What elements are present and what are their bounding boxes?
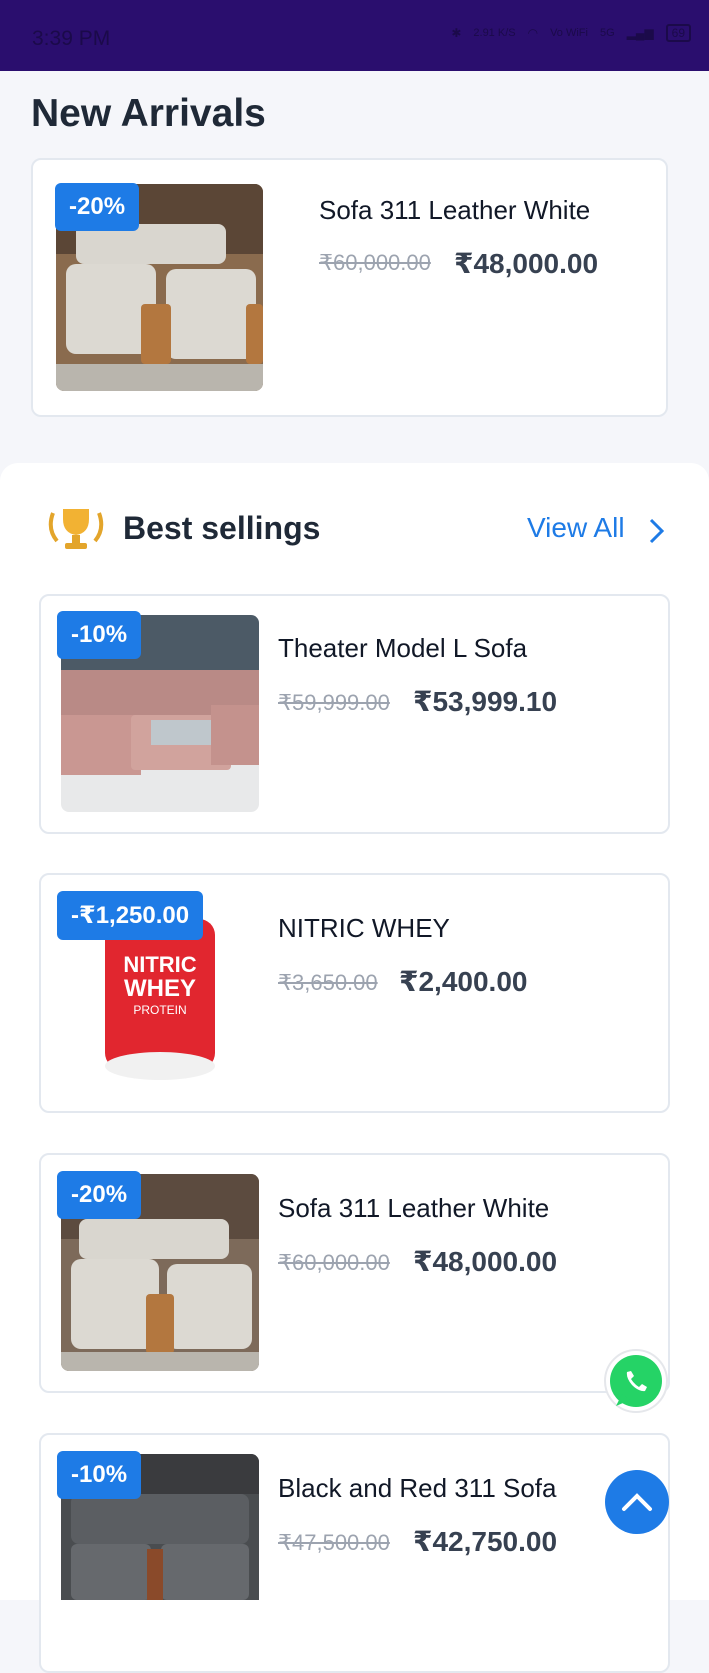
product-name[interactable]: Black and Red 311 Sofa (278, 1473, 556, 1504)
chevron-right-icon[interactable] (648, 517, 666, 545)
status-bar: 3:39 PM ✱ 2.91 K/S ◠ Vo WiFi 5G ▂▄▆ 69 (0, 0, 709, 71)
volte-label: Vo WiFi (550, 26, 588, 39)
discount-badge: -10% (57, 1451, 142, 1499)
best-sellings-title: Best sellings (123, 510, 321, 546)
network-label: 5G (599, 26, 615, 39)
sale-price: ₹2,400.00 (399, 966, 528, 997)
whatsapp-button[interactable] (602, 1348, 670, 1416)
view-all-link[interactable]: View All (527, 512, 625, 544)
bluetooth-icon: ✱ (451, 26, 462, 40)
trophy-icon (48, 509, 104, 549)
original-price: ₹60,000.00 (278, 1250, 390, 1275)
signal-icon: ▂▄▆ (626, 26, 654, 40)
original-price: ₹3,650.00 (278, 970, 378, 995)
battery-icon: 69 (665, 24, 691, 42)
label-whey: WHEY (124, 975, 196, 1002)
label-nitric: NITRIC (123, 952, 196, 977)
status-icons: ✱ 2.91 K/S ◠ Vo WiFi 5G ▂▄▆ 69 (451, 24, 691, 42)
original-price: ₹60,000.00 (319, 250, 431, 275)
net-speed: 2.91 K/S (473, 26, 516, 39)
product-name[interactable]: Sofa 311 Leather White (319, 195, 590, 226)
sale-price: ₹48,000.00 (454, 248, 599, 279)
product-name[interactable]: NITRIC WHEY (278, 913, 450, 944)
status-time: 3:39 PM (32, 27, 111, 50)
discount-badge: -₹1,250.00 (57, 891, 204, 940)
discount-badge: -20% (57, 1171, 142, 1219)
whatsapp-icon (604, 1349, 668, 1413)
new-arrivals-title: New Arrivals (31, 92, 266, 135)
original-price: ₹47,500.00 (278, 1530, 390, 1555)
product-name[interactable]: Sofa 311 Leather White (278, 1193, 549, 1224)
sale-price: ₹42,750.00 (413, 1526, 558, 1557)
wifi-icon: ◠ (527, 26, 539, 40)
product-name[interactable]: Theater Model L Sofa (278, 633, 527, 664)
scroll-to-top-button[interactable] (605, 1470, 669, 1534)
label-protein: PROTEIN (133, 1003, 186, 1017)
discount-badge: -20% (55, 183, 140, 231)
original-price: ₹59,999.00 (278, 690, 390, 715)
sale-price: ₹53,999.10 (413, 686, 558, 717)
sale-price: ₹48,000.00 (413, 1246, 558, 1277)
chevron-up-icon (622, 1493, 652, 1511)
discount-badge: -10% (57, 611, 142, 659)
